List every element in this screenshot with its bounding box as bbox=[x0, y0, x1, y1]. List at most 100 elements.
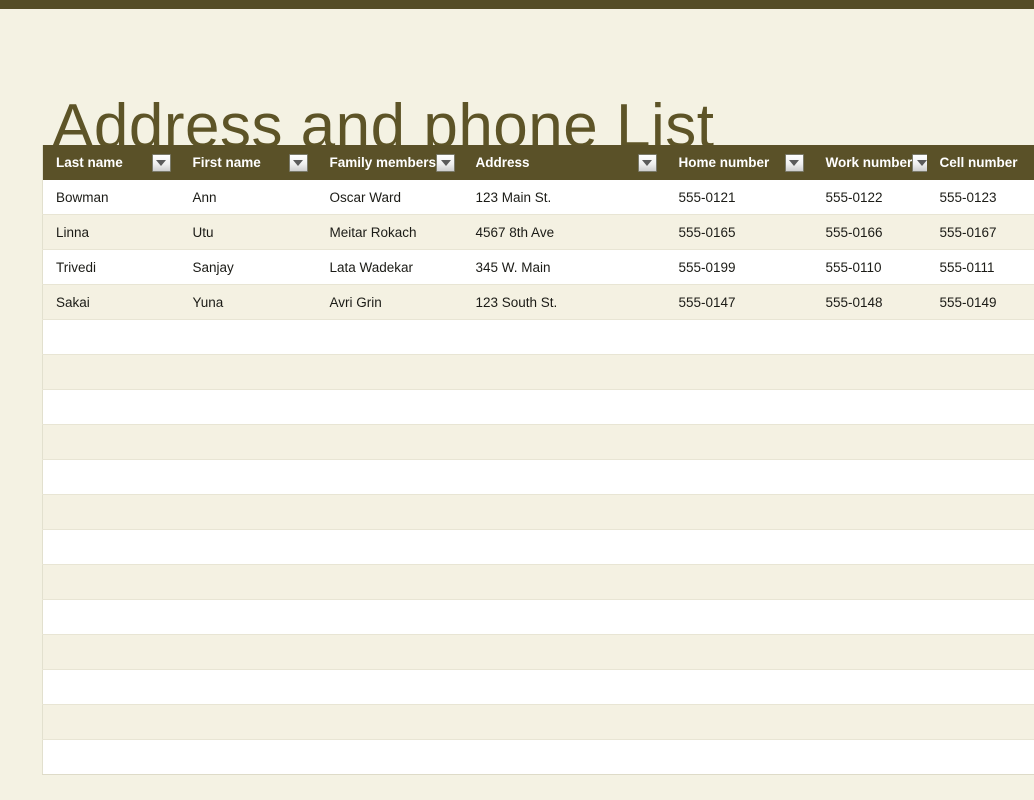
cell-address[interactable] bbox=[462, 494, 666, 530]
cell-first_name[interactable] bbox=[179, 704, 317, 740]
cell-family_members[interactable] bbox=[316, 354, 463, 390]
cell-first_name[interactable] bbox=[179, 354, 317, 390]
column-header-last_name[interactable]: Last name bbox=[42, 145, 180, 180]
cell-home_number[interactable]: 555-0165 bbox=[665, 214, 813, 250]
cell-work_number[interactable] bbox=[812, 599, 927, 635]
cell-cell_number[interactable] bbox=[926, 669, 1034, 705]
column-header-address[interactable]: Address bbox=[462, 145, 666, 180]
cell-cell_number[interactable] bbox=[926, 319, 1034, 355]
cell-family_members[interactable]: Lata Wadekar bbox=[316, 249, 463, 285]
cell-address[interactable] bbox=[462, 354, 666, 390]
cell-work_number[interactable]: 555-0110 bbox=[812, 249, 927, 285]
cell-family_members[interactable] bbox=[316, 599, 463, 635]
cell-home_number[interactable] bbox=[665, 389, 813, 425]
table-row[interactable] bbox=[42, 634, 1034, 670]
table-row[interactable] bbox=[42, 669, 1034, 705]
cell-home_number[interactable]: 555-0121 bbox=[665, 180, 813, 215]
cell-first_name[interactable] bbox=[179, 564, 317, 600]
cell-first_name[interactable]: Utu bbox=[179, 214, 317, 250]
cell-first_name[interactable] bbox=[179, 494, 317, 530]
filter-dropdown-icon[interactable] bbox=[151, 153, 171, 172]
cell-last_name[interactable] bbox=[42, 634, 180, 670]
cell-address[interactable] bbox=[462, 564, 666, 600]
cell-last_name[interactable] bbox=[42, 389, 180, 425]
cell-first_name[interactable]: Sanjay bbox=[179, 249, 317, 285]
column-header-home_number[interactable]: Home number bbox=[665, 145, 813, 180]
cell-cell_number[interactable] bbox=[926, 704, 1034, 740]
cell-first_name[interactable] bbox=[179, 599, 317, 635]
cell-work_number[interactable] bbox=[812, 529, 927, 565]
cell-last_name[interactable] bbox=[42, 669, 180, 705]
cell-home_number[interactable] bbox=[665, 494, 813, 530]
cell-address[interactable]: 123 South St. bbox=[462, 284, 666, 320]
cell-cell_number[interactable] bbox=[926, 354, 1034, 390]
table-row[interactable] bbox=[42, 354, 1034, 390]
cell-address[interactable] bbox=[462, 704, 666, 740]
cell-home_number[interactable] bbox=[665, 319, 813, 355]
table-row[interactable]: Sakai Yuna Avri Grin 123 South St. 555-0147 5… bbox=[42, 284, 1034, 320]
table-row[interactable] bbox=[42, 494, 1034, 530]
cell-first_name[interactable] bbox=[179, 739, 317, 775]
cell-cell_number[interactable] bbox=[926, 529, 1034, 565]
cell-work_number[interactable] bbox=[812, 704, 927, 740]
cell-work_number[interactable] bbox=[812, 494, 927, 530]
cell-first_name[interactable] bbox=[179, 634, 317, 670]
cell-cell_number[interactable] bbox=[926, 494, 1034, 530]
table-row[interactable] bbox=[42, 599, 1034, 635]
cell-cell_number[interactable] bbox=[926, 424, 1034, 460]
cell-cell_number[interactable]: 555-0111 bbox=[926, 249, 1034, 285]
cell-last_name[interactable] bbox=[42, 354, 180, 390]
cell-home_number[interactable] bbox=[665, 459, 813, 495]
cell-cell_number[interactable] bbox=[926, 599, 1034, 635]
cell-home_number[interactable] bbox=[665, 354, 813, 390]
cell-first_name[interactable]: Yuna bbox=[179, 284, 317, 320]
cell-address[interactable]: 345 W. Main bbox=[462, 249, 666, 285]
cell-cell_number[interactable]: 555-0123 bbox=[926, 180, 1034, 215]
cell-home_number[interactable] bbox=[665, 739, 813, 775]
table-row[interactable] bbox=[42, 389, 1034, 425]
cell-cell_number[interactable]: 555-0167 bbox=[926, 214, 1034, 250]
cell-home_number[interactable] bbox=[665, 529, 813, 565]
filter-dropdown-icon[interactable] bbox=[784, 153, 804, 172]
cell-cell_number[interactable] bbox=[926, 739, 1034, 775]
column-header-family_members[interactable]: Family members bbox=[316, 145, 463, 180]
cell-home_number[interactable] bbox=[665, 599, 813, 635]
cell-cell_number[interactable] bbox=[926, 389, 1034, 425]
cell-last_name[interactable]: Sakai bbox=[42, 284, 180, 320]
cell-work_number[interactable] bbox=[812, 389, 927, 425]
filter-dropdown-icon[interactable] bbox=[288, 153, 308, 172]
cell-home_number[interactable] bbox=[665, 669, 813, 705]
cell-first_name[interactable] bbox=[179, 424, 317, 460]
filter-dropdown-icon[interactable] bbox=[436, 153, 456, 172]
cell-work_number[interactable] bbox=[812, 564, 927, 600]
filter-dropdown-icon[interactable] bbox=[637, 153, 657, 172]
cell-work_number[interactable] bbox=[812, 669, 927, 705]
cell-address[interactable] bbox=[462, 459, 666, 495]
cell-home_number[interactable]: 555-0199 bbox=[665, 249, 813, 285]
table-row[interactable]: Linna Utu Meitar Rokach 4567 8th Ave 555-016… bbox=[42, 214, 1034, 250]
table-row[interactable] bbox=[42, 529, 1034, 565]
cell-work_number[interactable]: 555-0166 bbox=[812, 214, 927, 250]
table-row[interactable] bbox=[42, 459, 1034, 495]
cell-address[interactable] bbox=[462, 669, 666, 705]
table-row[interactable] bbox=[42, 704, 1034, 740]
table-row[interactable] bbox=[42, 739, 1034, 775]
table-row[interactable]: Trivedi Sanjay Lata Wadekar 345 W. Main 555-… bbox=[42, 249, 1034, 285]
cell-family_members[interactable] bbox=[316, 319, 463, 355]
cell-work_number[interactable]: 555-0122 bbox=[812, 180, 927, 215]
cell-family_members[interactable] bbox=[316, 494, 463, 530]
cell-address[interactable] bbox=[462, 599, 666, 635]
cell-family_members[interactable] bbox=[316, 529, 463, 565]
cell-home_number[interactable] bbox=[665, 424, 813, 460]
cell-home_number[interactable] bbox=[665, 704, 813, 740]
cell-last_name[interactable] bbox=[42, 739, 180, 775]
cell-family_members[interactable]: Avri Grin bbox=[316, 284, 463, 320]
cell-last_name[interactable]: Linna bbox=[42, 214, 180, 250]
column-header-cell_number[interactable]: Cell number bbox=[926, 145, 1034, 180]
cell-cell_number[interactable] bbox=[926, 459, 1034, 495]
cell-family_members[interactable]: Meitar Rokach bbox=[316, 214, 463, 250]
cell-last_name[interactable]: Bowman bbox=[42, 180, 180, 215]
cell-home_number[interactable] bbox=[665, 634, 813, 670]
cell-first_name[interactable] bbox=[179, 459, 317, 495]
cell-family_members[interactable] bbox=[316, 739, 463, 775]
